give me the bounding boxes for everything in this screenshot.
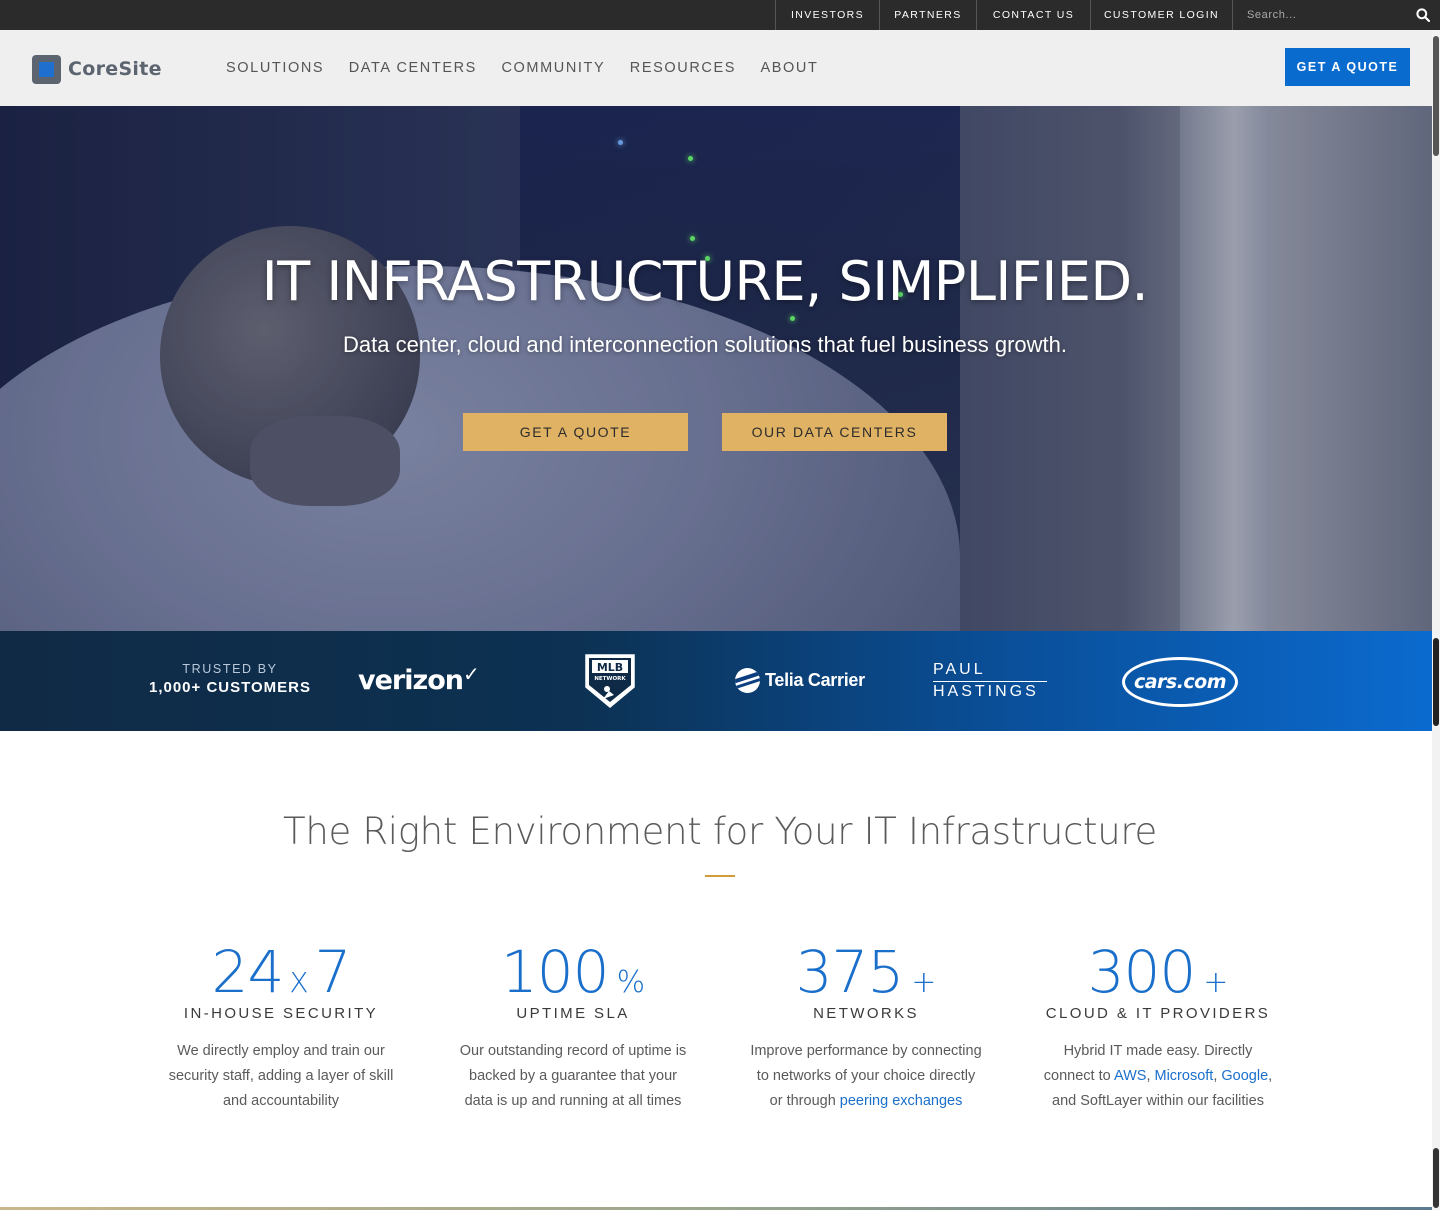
trusted-by-label: TRUSTED BY 1,000+ CUSTOMERS [130, 662, 330, 696]
stat-number: 375 + [795, 938, 937, 1006]
stat-description: We directly employ and train our securit… [168, 1043, 394, 1109]
scrollbar-track[interactable] [1432, 30, 1440, 1210]
trusted-by-band: TRUSTED BY 1,000+ CUSTOMERS verizon✓ MLB… [0, 631, 1440, 731]
stat-label: CLOUD & IT PROVIDERS [1045, 1005, 1271, 1022]
main-header: CoreSite SOLUTIONS DATA CENTERS COMMUNIT… [0, 30, 1440, 106]
stat-number: 300 + [1087, 938, 1229, 1006]
stat-label: IN-HOUSE SECURITY [183, 1005, 379, 1022]
nav-solutions[interactable]: SOLUTIONS [226, 60, 324, 76]
header-get-a-quote-button[interactable]: GET A QUOTE [1285, 48, 1410, 86]
mlb-network-logo: MLB NETWORK [585, 654, 635, 708]
stat-security: 24 X 7 IN-HOUSE SECURITY We directly emp… [151, 938, 411, 1114]
search-input[interactable] [1233, 0, 1403, 30]
logo-text: CoreSite [68, 58, 162, 80]
stat-label: UPTIME SLA [516, 1005, 630, 1022]
coresite-logo-mark [32, 54, 61, 84]
section-divider [705, 875, 735, 877]
microsoft-link[interactable]: Microsoft [1155, 1068, 1214, 1084]
utility-links: INVESTORS PARTNERS CONTACT US CUSTOMER L… [775, 0, 1232, 30]
customer-login-link[interactable]: CUSTOMER LOGIN [1090, 0, 1232, 30]
stat-description: Our outstanding record of uptime is back… [459, 1043, 687, 1109]
hero-our-data-centers-button[interactable]: OUR DATA CENTERS [722, 413, 947, 451]
telia-carrier-logo: Telia Carrier [735, 668, 865, 693]
investors-link[interactable]: INVESTORS [775, 0, 879, 30]
hero-overlay [0, 106, 1440, 631]
stat-description: Hybrid IT made easy. Directly connect to… [1043, 1043, 1273, 1109]
google-link[interactable]: Google [1221, 1068, 1268, 1084]
stat-number: 100 % [500, 938, 646, 1006]
stat-networks: 375 + NETWORKS Improve performance by co… [736, 938, 996, 1114]
hero-section: IT INFRASTRUCTURE, SIMPLIFIED. Data cent… [0, 106, 1440, 631]
coresite-logo[interactable]: CoreSite [32, 53, 172, 85]
svg-text:NETWORK: NETWORK [594, 676, 626, 682]
peering-exchanges-link[interactable]: peering exchanges [840, 1093, 963, 1109]
scrollbar-thumb[interactable] [1433, 638, 1439, 726]
main-nav: SOLUTIONS DATA CENTERS COMMUNITY RESOURC… [226, 30, 843, 106]
nav-resources[interactable]: RESOURCES [630, 60, 736, 76]
stat-uptime: 100 % UPTIME SLA Our outstanding record … [443, 938, 703, 1114]
nav-community[interactable]: COMMUNITY [501, 60, 605, 76]
nav-data-centers[interactable]: DATA CENTERS [349, 60, 477, 76]
stat-number: 24 X 7 [211, 938, 352, 1006]
aws-link[interactable]: AWS [1114, 1068, 1147, 1084]
svg-text:MLB: MLB [597, 661, 623, 674]
contact-us-link[interactable]: CONTACT US [976, 0, 1090, 30]
telia-mark-icon [735, 668, 760, 693]
search-box [1232, 0, 1440, 30]
stat-label: NETWORKS [813, 1005, 919, 1022]
trusted-by-line1: TRUSTED BY [182, 662, 278, 676]
search-icon[interactable] [1416, 8, 1430, 22]
trusted-by-line2: 1,000+ CUSTOMERS [148, 679, 312, 696]
partners-link[interactable]: PARTNERS [879, 0, 976, 30]
utility-bar: INVESTORS PARTNERS CONTACT US CUSTOMER L… [0, 0, 1440, 30]
stat-description: Improve performance by connecting to net… [750, 1043, 982, 1109]
nav-about[interactable]: ABOUT [761, 60, 819, 76]
scrollbar-thumb[interactable] [1433, 1148, 1439, 1208]
cars-com-logo: cars.com [1122, 657, 1238, 707]
scrollbar-thumb[interactable] [1433, 36, 1439, 156]
hero-get-a-quote-button[interactable]: GET A QUOTE [463, 413, 688, 451]
paul-hastings-logo: PAUL HASTINGS [933, 661, 1047, 701]
hero-title: IT INFRASTRUCTURE, SIMPLIFIED. [261, 250, 1149, 313]
hero-subtitle: Data center, cloud and interconnection s… [342, 332, 1067, 357]
section-title: The Right Environment for Your IT Infras… [283, 810, 1157, 853]
verizon-logo: verizon✓ [358, 662, 480, 696]
stat-cloud-providers: 300 + CLOUD & IT PROVIDERS Hybrid IT mad… [1028, 938, 1288, 1114]
